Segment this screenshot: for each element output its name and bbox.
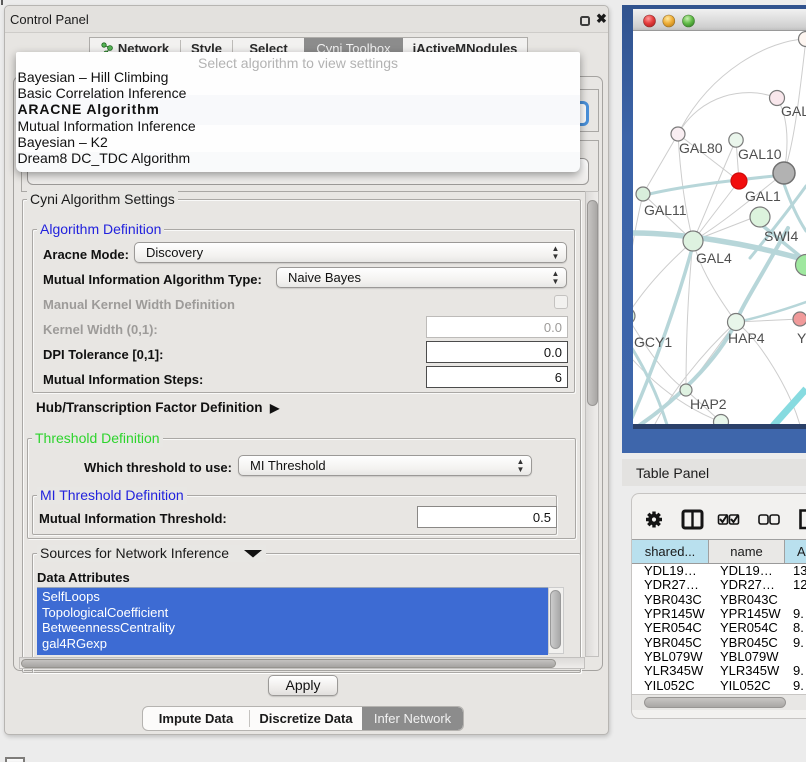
svg-text:GAL1: GAL1 — [745, 188, 781, 204]
svg-text:GAL10: GAL10 — [738, 146, 782, 162]
svg-text:SWI4: SWI4 — [764, 228, 798, 244]
svg-text:GCY1: GCY1 — [634, 334, 672, 350]
svg-text:HAP2: HAP2 — [690, 396, 727, 412]
svg-text:GAL4: GAL4 — [696, 250, 732, 266]
svg-text:GAL11: GAL11 — [644, 202, 687, 218]
svg-text:GAL: GAL — [781, 103, 806, 119]
svg-text:HAP4: HAP4 — [728, 330, 765, 346]
svg-text:Y: Y — [797, 330, 806, 346]
svg-text:GAL80: GAL80 — [679, 140, 723, 156]
